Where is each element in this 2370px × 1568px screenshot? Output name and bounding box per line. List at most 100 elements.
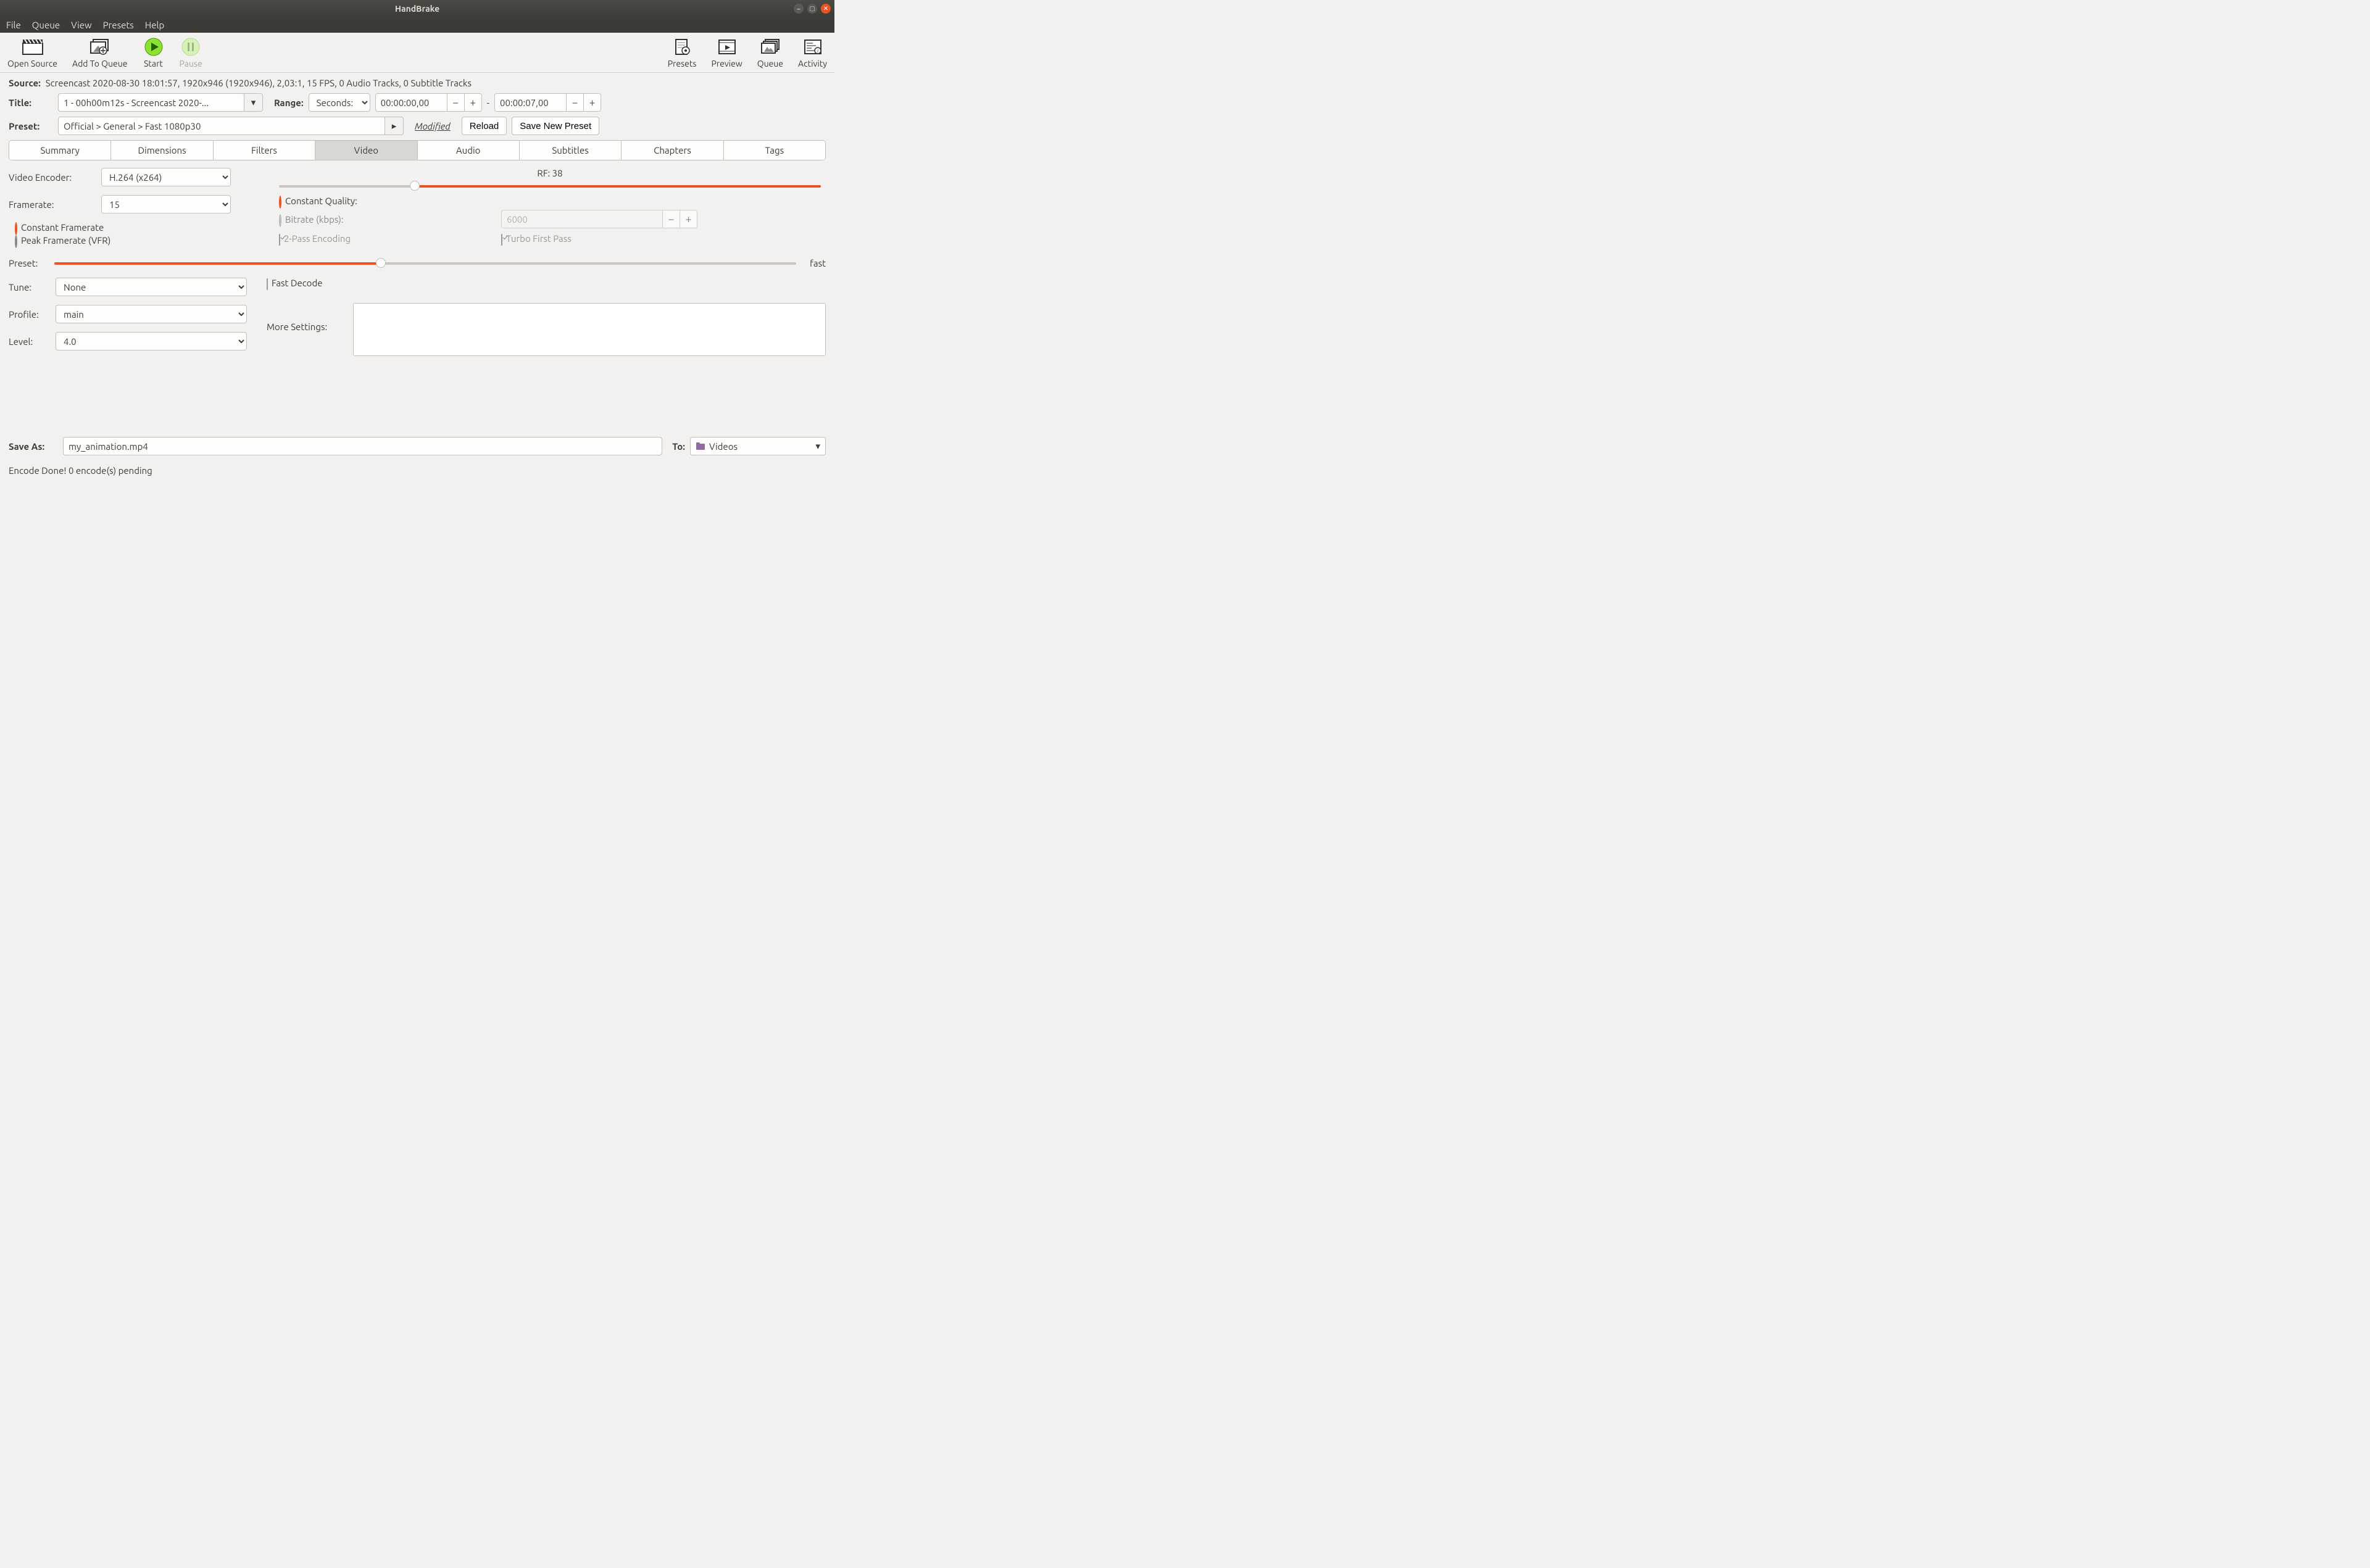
- source-row: Source: Screencast 2020-08-30 18:01:57, …: [9, 78, 826, 88]
- menu-presets[interactable]: Presets: [103, 20, 134, 30]
- framerate-select[interactable]: 15: [101, 195, 231, 214]
- title-dropdown-arrow[interactable]: ▾: [244, 94, 262, 111]
- bitrate-label: Bitrate (kbps):: [285, 214, 344, 225]
- range-start-inc[interactable]: +: [464, 94, 481, 111]
- preset-dropdown-arrow[interactable]: ▸: [385, 117, 403, 135]
- save-new-preset-button[interactable]: Save New Preset: [512, 117, 599, 135]
- tab-dimensions[interactable]: Dimensions: [111, 141, 213, 160]
- reload-button[interactable]: Reload: [462, 117, 507, 135]
- preview-icon: [716, 38, 738, 56]
- rf-slider[interactable]: [279, 180, 821, 192]
- turbo-checkbox: [501, 234, 502, 246]
- to-label: To:: [672, 441, 685, 452]
- tune-label: Tune:: [9, 282, 56, 292]
- preview-label: Preview: [711, 59, 742, 68]
- open-source-label: Open Source: [7, 59, 57, 68]
- document-gear-icon: [671, 38, 693, 56]
- tab-tags[interactable]: Tags: [724, 141, 825, 160]
- toolbar: Open Source Add To Queue Start Pause Pre…: [0, 33, 834, 73]
- titlebar: HandBrake – ▢ ✕: [0, 0, 834, 17]
- activity-button[interactable]: i Activity: [798, 38, 827, 68]
- menu-queue[interactable]: Queue: [32, 20, 60, 30]
- tab-chapters[interactable]: Chapters: [622, 141, 723, 160]
- close-button[interactable]: ✕: [821, 4, 831, 14]
- encoder-preset-value: fast: [801, 258, 826, 268]
- profile-select[interactable]: main: [56, 305, 247, 323]
- range-mode-select[interactable]: Seconds:: [309, 93, 370, 112]
- clapperboard-icon: [22, 38, 44, 56]
- menu-view[interactable]: View: [71, 20, 92, 30]
- bitrate-radio[interactable]: [279, 214, 281, 227]
- tab-summary[interactable]: Summary: [9, 141, 111, 160]
- range-label: Range:: [274, 97, 304, 108]
- two-pass-label: 2-Pass Encoding: [284, 233, 351, 244]
- window-title: HandBrake: [0, 4, 834, 14]
- pause-icon: [180, 38, 202, 56]
- menubar: File Queue View Presets Help: [0, 17, 834, 33]
- preset-select[interactable]: [59, 117, 385, 135]
- queue-label: Queue: [757, 59, 783, 68]
- tab-video[interactable]: Video: [315, 141, 417, 160]
- tune-select[interactable]: None: [56, 278, 247, 296]
- start-label: Start: [144, 59, 163, 68]
- open-source-button[interactable]: Open Source: [7, 38, 57, 68]
- profile-label: Profile:: [9, 309, 56, 320]
- save-as-input[interactable]: [63, 437, 662, 455]
- to-folder-name: Videos: [709, 441, 815, 452]
- minimize-button[interactable]: –: [794, 4, 804, 14]
- tab-filters[interactable]: Filters: [214, 141, 315, 160]
- peak-framerate-radio[interactable]: [15, 235, 17, 248]
- video-encoder-label: Video Encoder:: [9, 172, 101, 183]
- preview-button[interactable]: Preview: [711, 38, 742, 68]
- bitrate-input: − +: [501, 210, 697, 228]
- chevron-down-icon: ▾: [815, 441, 820, 452]
- title-select[interactable]: [59, 94, 244, 111]
- video-encoder-select[interactable]: H.264 (x264): [101, 168, 231, 186]
- bitrate-dec: −: [662, 210, 680, 228]
- add-picture-icon: [89, 38, 111, 56]
- range-start-dec[interactable]: −: [447, 94, 464, 111]
- pause-button: Pause: [180, 38, 202, 68]
- range-separator: -: [487, 97, 489, 108]
- activity-label: Activity: [798, 59, 827, 68]
- level-label: Level:: [9, 336, 56, 347]
- source-info: Screencast 2020-08-30 18:01:57, 1920x946…: [46, 78, 472, 88]
- menu-help[interactable]: Help: [145, 20, 164, 30]
- constant-framerate-radio[interactable]: [15, 222, 17, 235]
- to-folder-select[interactable]: Videos ▾: [690, 437, 826, 455]
- range-end-dec[interactable]: −: [566, 94, 583, 111]
- more-settings-label: More Settings:: [267, 303, 347, 332]
- tab-subtitles[interactable]: Subtitles: [520, 141, 622, 160]
- play-icon: [143, 38, 165, 56]
- add-to-queue-label: Add To Queue: [72, 59, 128, 68]
- title-label: Title:: [9, 97, 53, 108]
- save-as-label: Save As:: [9, 441, 58, 452]
- menu-file[interactable]: File: [6, 20, 21, 30]
- encoder-preset-label: Preset:: [9, 258, 49, 268]
- source-label: Source:: [9, 78, 41, 88]
- add-to-queue-button[interactable]: Add To Queue: [72, 38, 128, 68]
- level-select[interactable]: 4.0: [56, 332, 247, 351]
- rf-value-label: RF: 38: [279, 168, 821, 178]
- queue-button[interactable]: Queue: [757, 38, 783, 68]
- range-end-inc[interactable]: +: [583, 94, 601, 111]
- turbo-label: Turbo First Pass: [506, 233, 572, 244]
- range-end-input[interactable]: − +: [494, 93, 601, 112]
- activity-icon: i: [802, 38, 824, 56]
- tab-audio[interactable]: Audio: [418, 141, 520, 160]
- maximize-button[interactable]: ▢: [807, 4, 817, 14]
- two-pass-checkbox: [279, 234, 280, 246]
- constant-quality-radio[interactable]: [279, 196, 281, 209]
- pause-label: Pause: [180, 59, 202, 68]
- range-start-input[interactable]: − +: [375, 93, 482, 112]
- presets-button[interactable]: Presets: [668, 38, 697, 68]
- tabs: Summary Dimensions Filters Video Audio S…: [9, 140, 826, 160]
- bitrate-inc: +: [680, 210, 697, 228]
- encoder-preset-slider[interactable]: [54, 257, 796, 269]
- more-settings-textarea[interactable]: [353, 303, 826, 356]
- start-button[interactable]: Start: [143, 38, 165, 68]
- constant-framerate-label: Constant Framerate: [21, 222, 104, 233]
- preset-modified: Modified: [415, 121, 451, 131]
- constant-quality-label: Constant Quality:: [285, 196, 357, 206]
- fast-decode-checkbox[interactable]: [267, 278, 268, 290]
